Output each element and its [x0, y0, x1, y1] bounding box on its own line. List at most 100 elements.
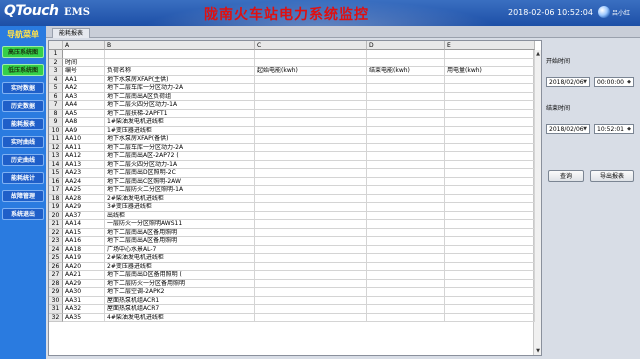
user-avatar-icon[interactable]	[598, 6, 610, 18]
table-cell[interactable]	[445, 160, 535, 169]
end-time-field[interactable]: 10:52:01 ◆	[594, 124, 634, 134]
row-header[interactable]: 14	[49, 160, 63, 169]
table-cell[interactable]: 屋面热泵机组ACR1	[105, 296, 255, 305]
table-cell[interactable]: 地下二层南出D区备用照明 (	[105, 271, 255, 280]
row-header[interactable]: 30	[49, 296, 63, 305]
table-cell[interactable]	[367, 271, 445, 280]
row-header[interactable]: 24	[49, 245, 63, 254]
table-cell[interactable]	[445, 169, 535, 178]
table-cell[interactable]: AA19	[63, 254, 105, 263]
row-header[interactable]: 10	[49, 126, 63, 135]
table-cell[interactable]	[255, 169, 367, 178]
table-cell[interactable]	[367, 279, 445, 288]
table-cell[interactable]	[367, 288, 445, 297]
table-cell[interactable]: AA14	[63, 220, 105, 229]
table-cell[interactable]: 出线柜	[105, 211, 255, 220]
start-time-field[interactable]: 00:00:00 ◆	[594, 77, 634, 87]
table-cell[interactable]: AA16	[63, 237, 105, 246]
end-date-field[interactable]: 2018/02/06 ▼	[546, 124, 590, 134]
table-cell[interactable]	[445, 101, 535, 110]
table-cell[interactable]	[255, 101, 367, 110]
table-cell[interactable]: 负荷名称	[105, 67, 255, 76]
table-cell[interactable]: AA15	[63, 228, 105, 237]
row-header[interactable]: 6	[49, 92, 63, 101]
table-cell[interactable]: 地下二层空调-2APK2	[105, 288, 255, 297]
nav-item[interactable]: 能耗统计	[2, 172, 44, 184]
table-cell[interactable]: 地下二层南出D区照明-2C	[105, 169, 255, 178]
nav-item[interactable]: 低压系统图	[2, 64, 44, 76]
table-cell[interactable]	[255, 177, 367, 186]
table-cell[interactable]	[255, 126, 367, 135]
row-header[interactable]: 4	[49, 75, 63, 84]
table-cell[interactable]	[445, 220, 535, 229]
table-cell[interactable]	[367, 152, 445, 161]
row-header[interactable]: 19	[49, 203, 63, 212]
nav-item[interactable]: 故障管理	[2, 190, 44, 202]
table-cell[interactable]	[255, 109, 367, 118]
table-cell[interactable]	[367, 84, 445, 93]
table-cell[interactable]: AA1	[63, 75, 105, 84]
table-cell[interactable]	[367, 118, 445, 127]
nav-item[interactable]: 能耗报表	[2, 118, 44, 130]
table-cell[interactable]: 3#变压器进线柜	[105, 203, 255, 212]
table-cell[interactable]: 用电量(kwh)	[445, 67, 535, 76]
table-cell[interactable]	[367, 262, 445, 271]
table-cell[interactable]: 地下二层防火二分区照明-1A	[105, 186, 255, 195]
table-cell[interactable]	[255, 194, 367, 203]
row-header[interactable]: 8	[49, 109, 63, 118]
scroll-up-icon[interactable]: ▲	[534, 50, 541, 58]
table-cell[interactable]	[445, 109, 535, 118]
table-cell[interactable]	[367, 126, 445, 135]
table-cell[interactable]: 编号	[63, 67, 105, 76]
row-header[interactable]: 21	[49, 220, 63, 229]
row-header[interactable]: 23	[49, 237, 63, 246]
table-cell[interactable]: 2#变压器进线柜	[105, 262, 255, 271]
table-cell[interactable]: AA29	[63, 203, 105, 212]
table-cell[interactable]: AA11	[63, 143, 105, 152]
table-cell[interactable]: AA4	[63, 101, 105, 110]
table-cell[interactable]	[255, 160, 367, 169]
table-cell[interactable]: 1#变压器进线柜	[105, 126, 255, 135]
table-cell[interactable]: AA2	[63, 84, 105, 93]
table-cell[interactable]	[445, 186, 535, 195]
table-cell[interactable]: 2#柴油发电机进线柜	[105, 194, 255, 203]
table-cell[interactable]	[445, 194, 535, 203]
table-cell[interactable]: AA21	[63, 271, 105, 280]
row-header[interactable]: 20	[49, 211, 63, 220]
table-cell[interactable]	[255, 92, 367, 101]
table-cell[interactable]	[255, 220, 367, 229]
table-cell[interactable]: AA23	[63, 169, 105, 178]
row-header[interactable]: 22	[49, 228, 63, 237]
row-header[interactable]: 7	[49, 101, 63, 110]
row-header[interactable]: 3	[49, 67, 63, 76]
table-cell[interactable]	[367, 305, 445, 314]
sheet-corner[interactable]	[49, 41, 63, 50]
table-cell[interactable]	[445, 245, 535, 254]
table-cell[interactable]: AA28	[63, 194, 105, 203]
row-header[interactable]: 15	[49, 169, 63, 178]
table-cell[interactable]: AA24	[63, 177, 105, 186]
row-header[interactable]: 32	[49, 313, 63, 322]
table-cell[interactable]: 地下二层车库一分区动力-2A	[105, 84, 255, 93]
column-header[interactable]: A	[63, 41, 105, 50]
row-header[interactable]: 25	[49, 254, 63, 263]
table-cell[interactable]	[367, 211, 445, 220]
table-cell[interactable]	[255, 75, 367, 84]
table-cell[interactable]: 地下二层车库一分区动力-2A	[105, 143, 255, 152]
scroll-down-icon[interactable]: ▼	[534, 347, 541, 355]
nav-item[interactable]: 高压系统图	[2, 46, 44, 58]
table-cell[interactable]: AA32	[63, 305, 105, 314]
nav-item[interactable]: 历史曲线	[2, 154, 44, 166]
table-cell[interactable]	[445, 228, 535, 237]
table-cell[interactable]	[255, 288, 367, 297]
table-cell[interactable]: 时间	[63, 58, 105, 67]
table-cell[interactable]: AA29	[63, 279, 105, 288]
row-header[interactable]: 1	[49, 50, 63, 59]
query-button[interactable]: 查询	[548, 170, 584, 182]
chevron-down-icon[interactable]: ▼	[582, 126, 588, 132]
nav-item[interactable]: 实时数据	[2, 82, 44, 94]
table-cell[interactable]	[367, 313, 445, 322]
table-cell[interactable]	[367, 50, 445, 59]
table-cell[interactable]	[255, 254, 367, 263]
table-cell[interactable]	[367, 254, 445, 263]
